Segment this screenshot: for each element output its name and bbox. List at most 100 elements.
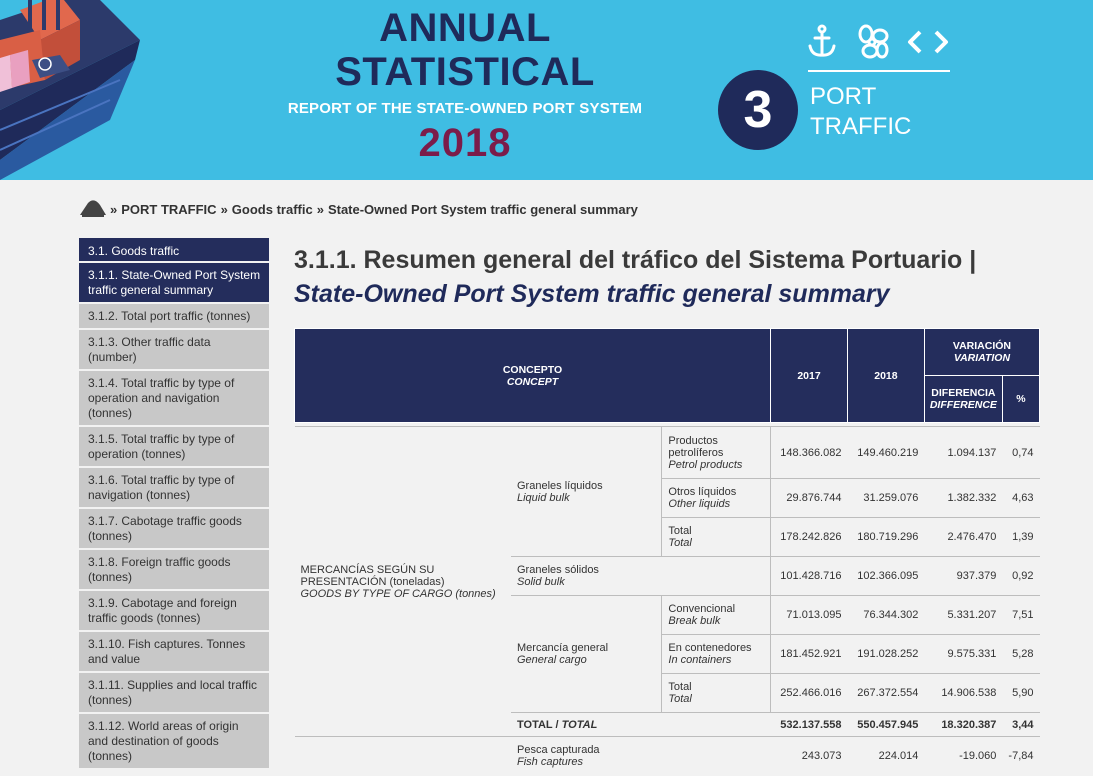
break-bulk-label: Convencional Break bulk <box>661 595 771 635</box>
title-line-2: STATISTICAL <box>335 50 595 94</box>
other-liquids-label: Otros líquidos Other liquids <box>661 478 771 518</box>
group-label-en: GOODS BY TYPE OF CARGO (tonnes) <box>300 587 496 600</box>
liquid-total-es: Total <box>668 525 692 537</box>
header-variation-es: VARIACIÓN <box>952 340 1012 352</box>
conv-pct: 7,51 <box>1002 595 1040 635</box>
gentotal-2018: 267.372.554 <box>847 673 925 713</box>
traffic-summary-table: CONCEPTO CONCEPT 2017 2018 VARIACIÓN VAR… <box>293 328 1041 776</box>
breadcrumb-port-traffic[interactable]: PORT TRAFFIC <box>121 202 216 217</box>
report-subtitle: REPORT OF THE STATE-OWNED PORT SYSTEM <box>287 100 643 117</box>
header-concept-es: CONCEPTO <box>502 363 563 376</box>
fish-2018: 224.014 <box>878 750 919 763</box>
general-cargo-label: Mercancía general General cargo <box>511 595 662 713</box>
cont-2017: 181.452.921 <box>770 634 848 674</box>
breadcrumb-separator: » <box>110 201 118 217</box>
chapter-icons <box>808 24 948 59</box>
solid-pct: 0,92 <box>1002 556 1040 596</box>
containers-en: In containers <box>668 654 732 666</box>
sidebar-nav: 3.1. Goods traffic 3.1.1. State-Owned Po… <box>79 238 269 770</box>
cont-pct: 5,28 <box>1002 634 1040 674</box>
sidebar-section-goods-traffic[interactable]: 3.1. Goods traffic <box>79 238 269 263</box>
solid-diff: 937.379 <box>924 556 1003 596</box>
sidebar-item-3-1-4[interactable]: 3.1.4. Total traffic by type of operatio… <box>79 371 269 427</box>
otherliq-diff: 1.382.332 <box>924 478 1003 518</box>
other-liquids-en: Other liquids <box>668 498 731 510</box>
sidebar-item-3-1-3[interactable]: 3.1.3. Other traffic data (number) <box>79 330 269 371</box>
fish-captures-label: Pesca capturada Fish captures <box>511 737 771 776</box>
liquid-total-label: Total Total <box>661 517 771 557</box>
header-difference-en: DIFFERENCE <box>929 399 997 411</box>
header-concept-en: CONCEPT <box>506 375 559 388</box>
conv-diff: 5.331.207 <box>924 595 1003 635</box>
containers-label: En contenedores In containers <box>661 634 771 674</box>
petrol-2017: 148.366.082 <box>770 426 848 479</box>
liquid-bulk-es: Graneles líquidos <box>517 479 603 492</box>
gentotal-diff: 14.906.538 <box>924 673 1003 713</box>
page-header: ANNUAL STATISTICAL REPORT OF THE STATE-O… <box>0 0 1093 180</box>
breadcrumb-separator: » <box>316 201 324 217</box>
total-en: TOTAL <box>561 718 598 731</box>
sidebar-item-3-1-9[interactable]: 3.1.9. Cabotage and foreign traffic good… <box>79 591 269 632</box>
general-total-es: Total <box>668 681 692 693</box>
report-title: ANNUAL STATISTICAL REPORT OF THE STATE-O… <box>270 6 660 166</box>
report-year: 2018 <box>418 121 512 165</box>
break-bulk-es: Convencional <box>668 603 736 615</box>
liquid-total-en: Total <box>668 537 692 549</box>
sidebar-item-3-1-11[interactable]: 3.1.11. Supplies and local traffic (tonn… <box>79 673 269 714</box>
fish-captures-en: Fish captures <box>517 756 584 769</box>
otherliq-2018: 31.259.076 <box>847 478 925 518</box>
liqtotal-2018: 180.719.296 <box>847 517 925 557</box>
table-row: Pesca capturada Fish captures 243.073 22… <box>295 737 1040 776</box>
header-difference: DIFERENCIA DIFFERENCE <box>923 375 1003 423</box>
other-liquids-es: Otros líquidos <box>668 486 737 498</box>
solid-2017: 101.428.716 <box>770 556 848 596</box>
fish-diff: -19.060 <box>959 750 997 763</box>
gentotal-2017: 252.466.016 <box>770 673 848 713</box>
chapter-number-badge: 3 <box>718 70 798 150</box>
total-pct: 3,44 <box>1002 712 1040 737</box>
liqtotal-2017: 178.242.826 <box>770 517 848 557</box>
general-cargo-es: Mercancía general <box>517 642 609 654</box>
total-es: TOTAL <box>517 718 553 731</box>
total-2018: 550.457.945 <box>847 712 925 737</box>
sidebar-item-3-1-5[interactable]: 3.1.5. Total traffic by type of operatio… <box>79 427 269 468</box>
header-variation: VARIACIÓN VARIATION <box>923 328 1041 376</box>
sidebar-item-3-1-8[interactable]: 3.1.8. Foreign traffic goods (tonnes) <box>79 550 269 591</box>
sidebar-item-3-1-7[interactable]: 3.1.7. Cabotage traffic goods (tonnes) <box>79 509 269 550</box>
chapter-name-line-1: PORT <box>810 83 877 110</box>
petrol-products-en: Petrol products <box>668 458 743 471</box>
sidebar-item-3-1-10[interactable]: 3.1.10. Fish captures. Tonnes and value <box>79 632 269 673</box>
total-label: TOTAL / TOTAL <box>511 712 771 737</box>
cont-diff: 9.575.331 <box>924 634 1003 674</box>
sidebar-item-3-1-12[interactable]: 3.1.12. World areas of origin and destin… <box>79 714 269 770</box>
otherliq-2017: 29.876.744 <box>770 478 848 518</box>
liquid-bulk-label: Graneles líquidos Liquid bulk <box>511 426 662 557</box>
liqtotal-diff: 2.476.470 <box>924 517 1003 557</box>
group-label: MERCANCÍAS SEGÚN SU PRESENTACIÓN (tonela… <box>294 426 511 737</box>
sidebar-item-3-1-1[interactable]: 3.1.1. State-Owned Port System traffic g… <box>79 263 269 304</box>
sidebar-item-3-1-2[interactable]: 3.1.2. Total port traffic (tonnes) <box>79 304 269 330</box>
petrol-products-es: Productos petrolíferos <box>668 434 724 459</box>
petrol-pct: 0,74 <box>1002 426 1040 479</box>
code-brackets-icon <box>908 30 948 54</box>
propeller-icon <box>858 24 889 59</box>
conv-2017: 71.013.095 <box>770 595 848 635</box>
otherliq-pct: 4,63 <box>1002 478 1040 518</box>
general-total-label: Total Total <box>661 673 771 713</box>
petrol-diff: 1.094.137 <box>924 426 1003 479</box>
solid-bulk-es: Graneles sólidos <box>517 564 599 576</box>
breadcrumb-goods-traffic[interactable]: Goods traffic <box>232 202 313 217</box>
breadcrumb-separator: » <box>220 201 228 217</box>
solid-bulk-label: Graneles sólidos Solid bulk <box>511 556 771 596</box>
fish-pct: -7,84 <box>1008 750 1034 763</box>
break-bulk-en: Break bulk <box>668 615 721 627</box>
fish-captures-es: Pesca capturada <box>517 744 600 757</box>
header-2018: 2018 <box>846 328 925 423</box>
cont-2018: 191.028.252 <box>847 634 925 674</box>
sidebar-item-3-1-6[interactable]: 3.1.6. Total traffic by type of navigati… <box>79 468 269 509</box>
header-concept: CONCEPTO CONCEPT <box>293 328 772 423</box>
total-diff: 18.320.387 <box>924 712 1003 737</box>
petrol-2018: 149.460.219 <box>847 426 925 479</box>
title-line-1: ANNUAL <box>379 6 551 50</box>
home-icon[interactable] <box>80 199 106 219</box>
